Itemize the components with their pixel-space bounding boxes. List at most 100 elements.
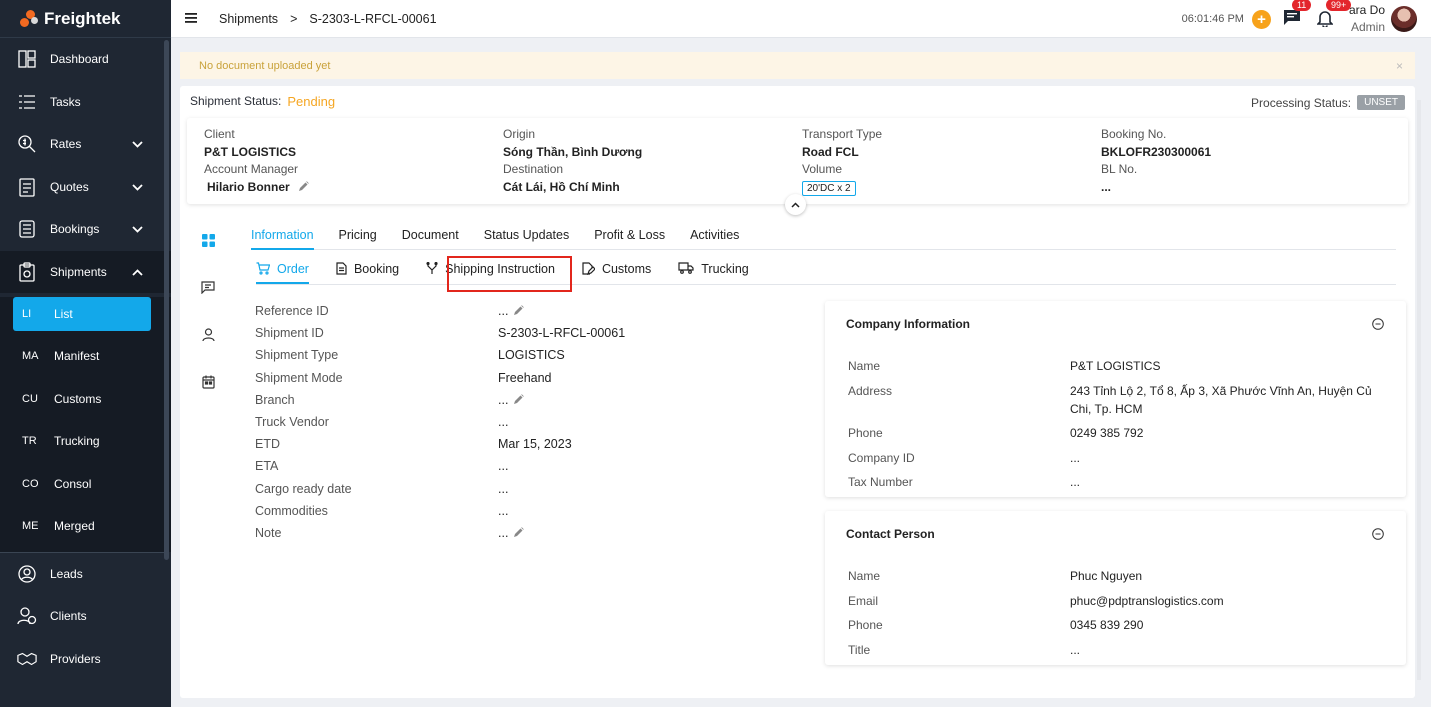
sidebar-subitem-merged[interactable]: ME Merged (0, 505, 171, 548)
field-value: S-2303-L-RFCL-00061 (498, 326, 626, 341)
chevron-down-icon[interactable] (132, 137, 143, 151)
field-note: Note ... (255, 522, 625, 544)
close-icon[interactable]: × (1396, 59, 1403, 73)
messages-badge: 11 (1291, 0, 1312, 11)
contact-person-card: Contact Person Name Phuc Nguyen Email phuc… (825, 511, 1406, 665)
sidebar-subitem-manifest[interactable]: MA Manifest (0, 335, 171, 378)
collapse-summary-button[interactable] (785, 194, 806, 215)
chevron-down-icon[interactable] (132, 222, 143, 236)
sidebar-scrollbar[interactable] (164, 40, 169, 560)
notifications-badge: 99+ (1325, 0, 1352, 11)
bl-value: ... (1101, 179, 1112, 194)
tab-information[interactable]: Information (251, 228, 314, 250)
sidebar-item-clients[interactable]: Clients (0, 595, 171, 638)
subtab-order[interactable]: Order (256, 262, 309, 284)
sidebar-item-rates[interactable]: Rates (0, 123, 171, 166)
client-label: Client (204, 127, 235, 141)
subtab-trucking[interactable]: Trucking (678, 262, 749, 284)
notifications-button[interactable]: 99+ (1316, 0, 1352, 30)
panel-side-nav (198, 234, 218, 422)
tab-pricing[interactable]: Pricing (339, 228, 377, 249)
avatar[interactable] (1391, 6, 1417, 32)
destination-label: Destination (503, 162, 564, 176)
row-label: Tax Number (848, 475, 913, 489)
field-value: LOGISTICS (498, 348, 565, 363)
volume-tag: 20'DC x 2 (802, 180, 856, 196)
subtab-label: Booking (353, 262, 400, 276)
page-scrollbar[interactable] (1417, 100, 1421, 680)
sidebar-subitem-consol[interactable]: CO Consol (0, 463, 171, 506)
tab-profit-loss[interactable]: Profit & Loss (594, 228, 665, 249)
company-info-card: Company Information Name P&T LOGISTICS Ad… (825, 301, 1406, 497)
user-info[interactable]: ara Do Admin (1349, 2, 1385, 36)
subitem-label: Customs (54, 391, 102, 406)
sidebar-item-tasks[interactable]: Tasks (0, 81, 171, 124)
messages-button[interactable]: 11 (1283, 0, 1312, 29)
summary-booking-column: Booking No. BKLOFR230300061 BL No. ... (1101, 126, 1391, 196)
field-value: ... (498, 503, 509, 518)
chevron-up-icon (791, 201, 800, 208)
breadcrumb-current: S-2303-L-RFCL-00061 (309, 11, 437, 26)
subitem-label: Merged (54, 519, 95, 534)
sidebar-subitem-list[interactable]: LI List (13, 297, 151, 331)
breadcrumb-shipments[interactable]: Shipments (219, 12, 278, 26)
rates-icon (17, 134, 37, 154)
contact-name-row: Name Phuc Nguyen (825, 567, 1406, 585)
person-icon[interactable] (198, 328, 218, 375)
minus-circle-icon[interactable] (1372, 528, 1384, 543)
pencil-icon[interactable] (514, 304, 525, 318)
sidebar-subitem-customs[interactable]: CU Customs (0, 378, 171, 421)
subtab-label: Order (277, 262, 309, 276)
field-cargo-ready-date: Cargo ready date ... (255, 478, 625, 500)
comment-icon[interactable] (198, 281, 218, 328)
sidebar-item-quotes[interactable]: Quotes (0, 166, 171, 209)
sidebar-item-label: Dashboard (50, 52, 109, 67)
pencil-icon[interactable] (514, 393, 525, 407)
sidebar-item-leads[interactable]: Leads (0, 553, 171, 596)
grid-icon[interactable] (198, 234, 218, 281)
shipment-status: Shipment Status: Pending (180, 86, 1415, 116)
row-value: 0249 385 792 (1070, 426, 1144, 440)
app-name: Freightek (44, 8, 121, 28)
subitem-abbr: CU (22, 392, 38, 405)
add-button[interactable]: + (1251, 9, 1271, 29)
field-value: ... (498, 459, 509, 474)
chevron-up-icon[interactable] (132, 265, 143, 279)
sidebar-item-providers[interactable]: Providers (0, 638, 171, 681)
subtab-booking[interactable]: Booking (336, 262, 399, 284)
tab-activities[interactable]: Activities (690, 228, 739, 249)
sidebar-item-shipments[interactable]: Shipments (0, 250, 171, 293)
manager-value: Hilario Bonner (204, 179, 494, 197)
field-value: Freehand (498, 370, 552, 385)
status-label: Shipment Status: (190, 94, 282, 108)
tab-status-updates[interactable]: Status Updates (484, 228, 569, 249)
minus-circle-icon[interactable] (1372, 318, 1384, 333)
sidebar: Freightek Dashboard Tasks Rates Quotes B… (0, 0, 171, 707)
menu-icon[interactable] (185, 11, 197, 26)
sidebar-subitem-trucking[interactable]: TR Trucking (0, 420, 171, 463)
tab-document[interactable]: Document (402, 228, 459, 249)
calendar-icon[interactable] (198, 375, 218, 422)
volume-label: Volume (802, 162, 843, 176)
pencil-icon[interactable] (298, 179, 309, 197)
subitem-abbr: CO (22, 477, 39, 490)
sidebar-item-label: Quotes (50, 179, 89, 194)
chevron-down-icon[interactable] (132, 180, 143, 194)
pencil-icon[interactable] (514, 526, 525, 540)
card-title: Contact Person (846, 527, 935, 541)
subtab-customs[interactable]: Customs (582, 262, 651, 284)
processing-badge[interactable]: UNSET (1357, 95, 1405, 110)
row-label: Address (848, 383, 893, 398)
document-icon (336, 262, 347, 275)
field-label: ETA (255, 459, 279, 474)
booking-value: BKLOFR230300061 (1101, 144, 1212, 159)
order-fields: Reference ID ... Shipment ID S-2303-L-RF… (255, 300, 625, 544)
sidebar-item-dashboard[interactable]: Dashboard (0, 38, 171, 81)
field-value: ... (498, 304, 509, 319)
information-subtabs: Order Booking Shipping Instruction Custo… (256, 262, 1396, 285)
app-logo[interactable]: Freightek (0, 0, 171, 38)
company-name-row: Name P&T LOGISTICS (825, 357, 1406, 375)
sidebar-item-label: Bookings (50, 222, 100, 237)
sidebar-item-bookings[interactable]: Bookings (0, 208, 171, 251)
leads-icon (17, 564, 37, 584)
